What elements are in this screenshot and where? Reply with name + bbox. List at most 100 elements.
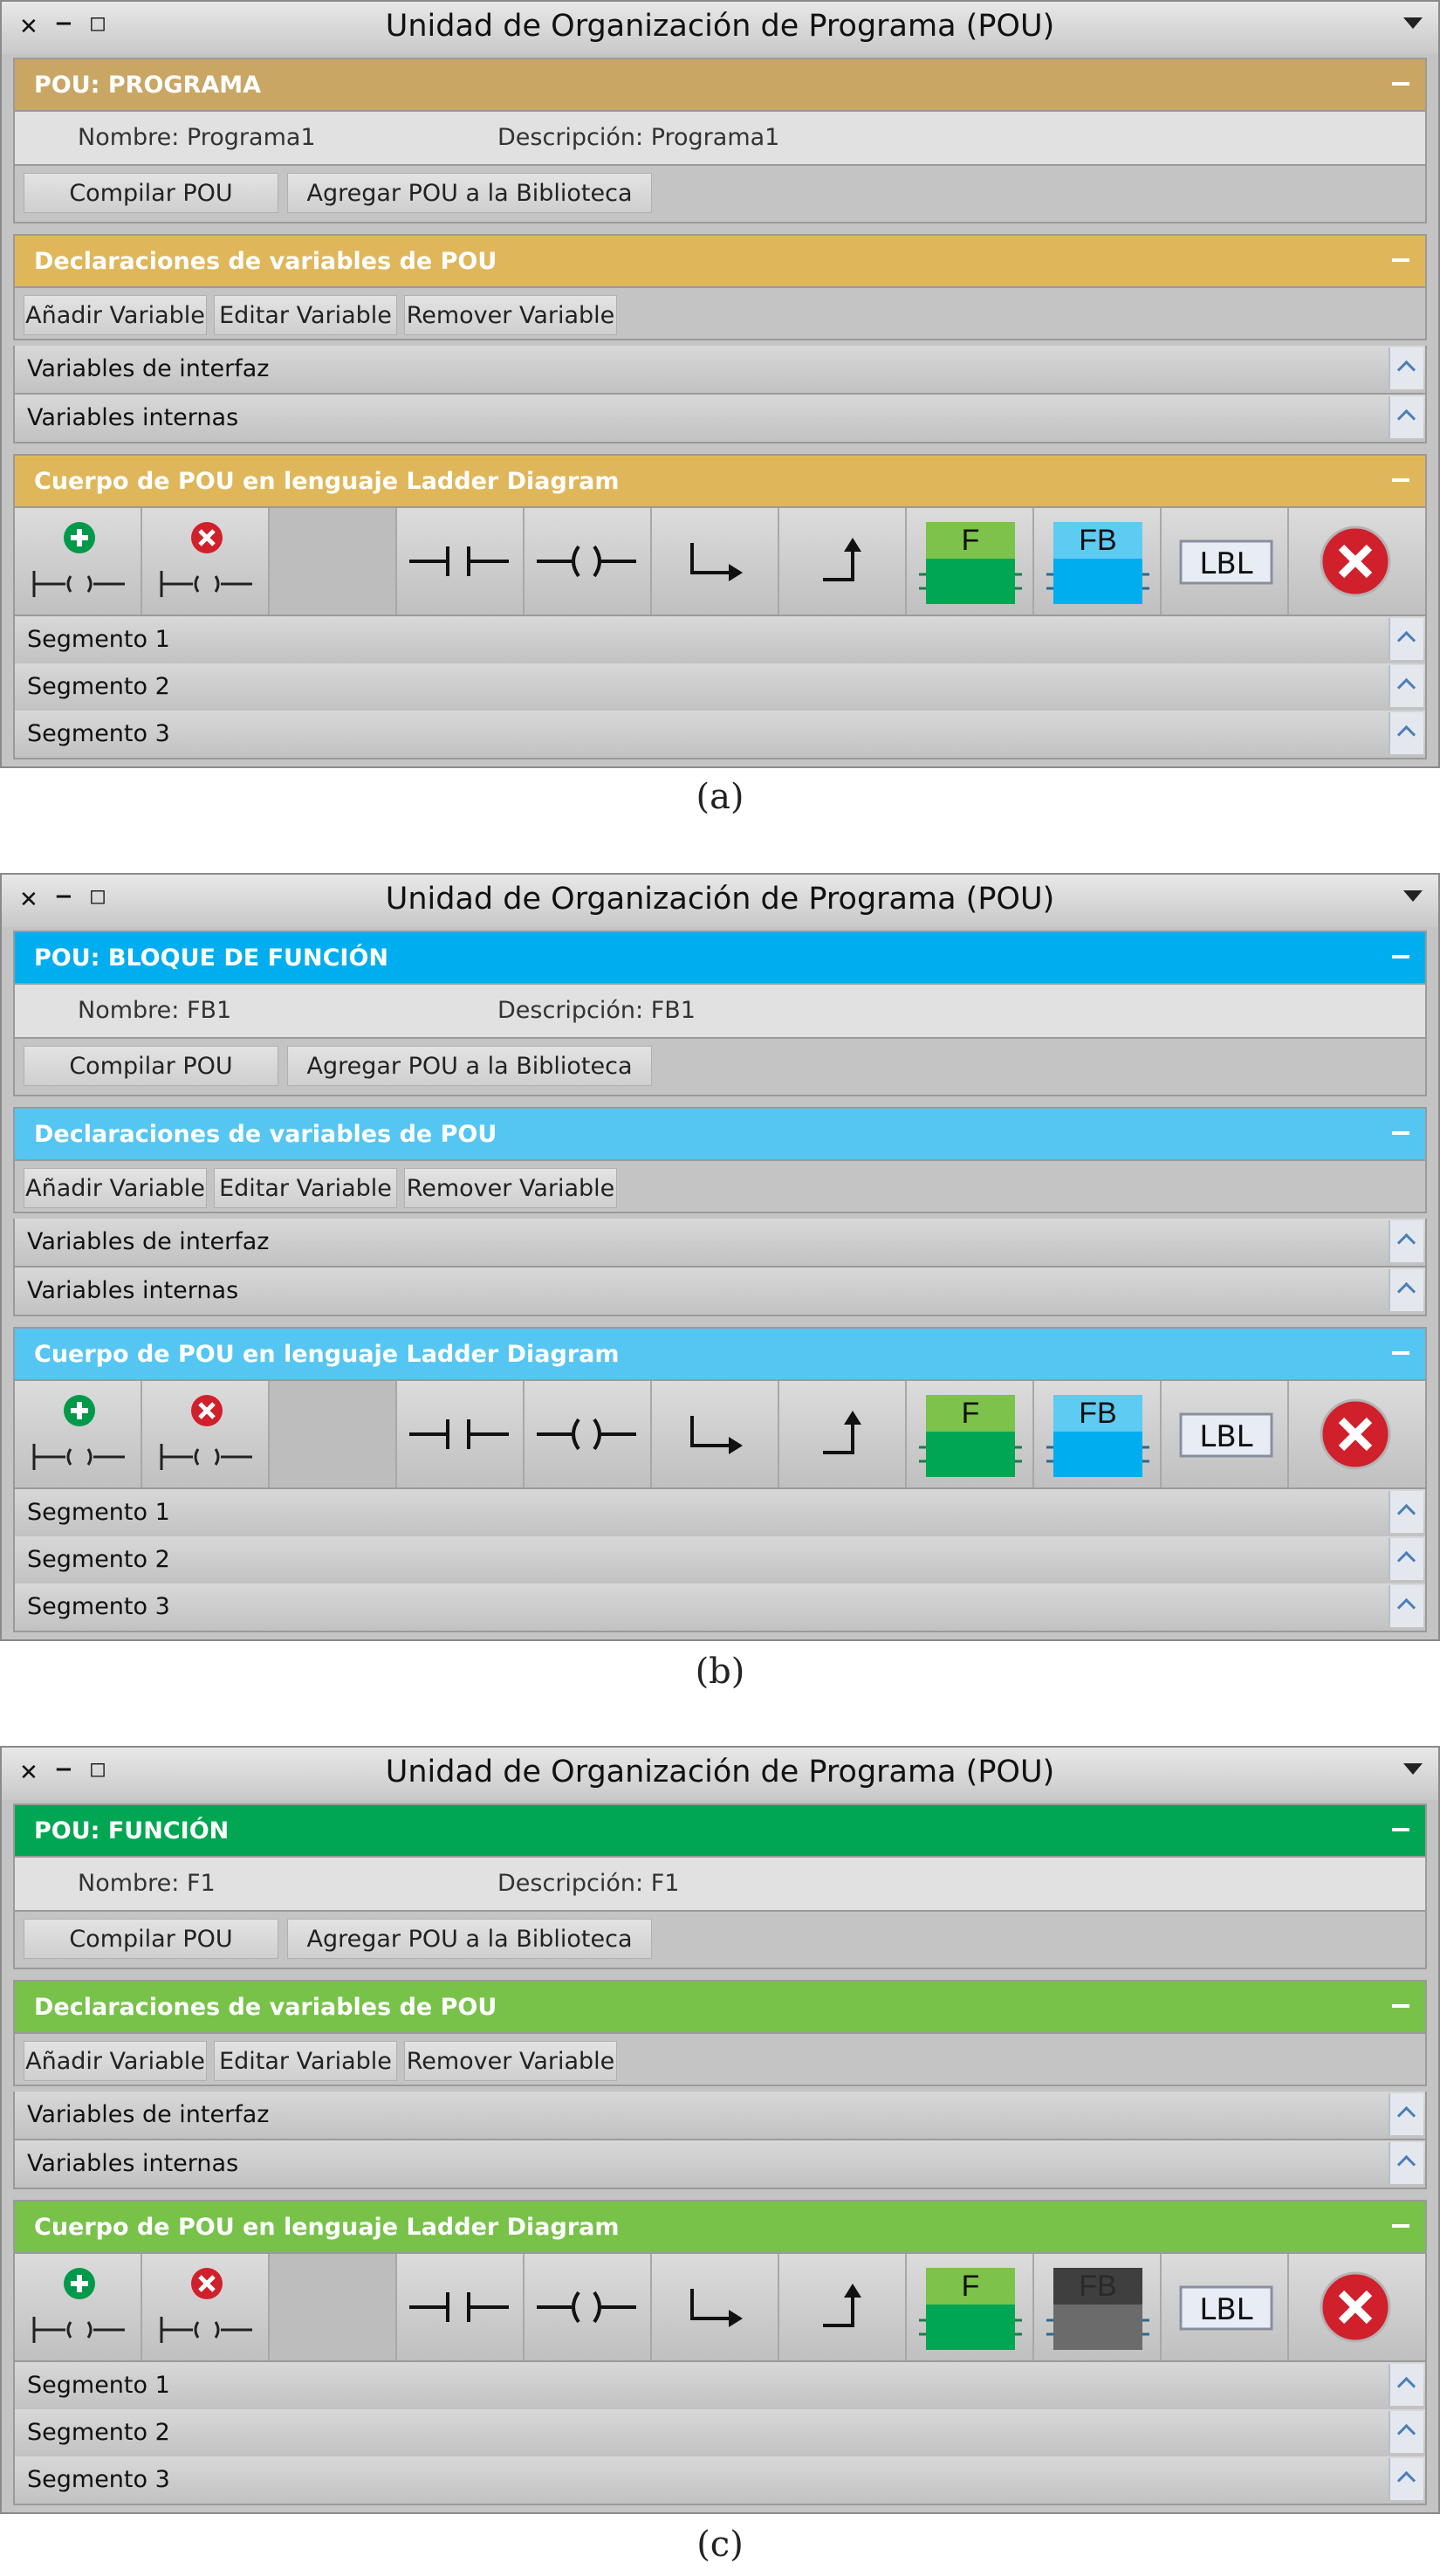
label-button[interactable]: LBL xyxy=(1162,508,1289,615)
collapse-icon[interactable] xyxy=(1392,2224,1409,2228)
remove-segment-button[interactable] xyxy=(142,508,270,615)
contact-button[interactable] xyxy=(397,508,525,615)
function-block-button[interactable]: FB xyxy=(1034,2254,1162,2360)
function-button[interactable]: F xyxy=(907,508,1034,615)
add-variable-button[interactable]: Añadir Variable xyxy=(24,1168,207,1208)
edit-variable-button[interactable]: Editar Variable xyxy=(214,295,397,335)
contact-button[interactable] xyxy=(397,2254,525,2360)
pou-type-header[interactable]: POU: PROGRAMA xyxy=(13,58,1427,112)
collapse-icon[interactable] xyxy=(1392,1351,1409,1355)
contact-icon xyxy=(409,2292,509,2322)
collapse-icon[interactable] xyxy=(1392,82,1409,86)
scroll-up-icon[interactable] xyxy=(1389,1585,1423,1627)
scroll-up-icon[interactable] xyxy=(1389,1491,1423,1533)
collapse-icon[interactable] xyxy=(1392,1828,1409,1831)
segment-row[interactable]: Segmento 1 xyxy=(13,2362,1427,2411)
add-pou-to-library-button[interactable]: Agregar POU a la Biblioteca xyxy=(287,1919,652,1959)
internal-variables-row[interactable]: Variables internas xyxy=(13,1267,1427,1316)
declarations-header[interactable]: Declaraciones de variables de POU xyxy=(13,1980,1427,2034)
remove-variable-button[interactable]: Remover Variable xyxy=(404,2041,617,2081)
scroll-up-icon[interactable] xyxy=(1389,347,1423,389)
declarations-header[interactable]: Declaraciones de variables de POU xyxy=(13,234,1427,288)
segment-row[interactable]: Segmento 3 xyxy=(13,2456,1427,2505)
add-variable-button[interactable]: Añadir Variable xyxy=(24,295,207,335)
delete-button[interactable] xyxy=(1289,1381,1425,1487)
add-segment-button[interactable] xyxy=(15,1381,142,1487)
edit-variable-button[interactable]: Editar Variable xyxy=(214,1168,397,1208)
pou-body-header[interactable]: Cuerpo de POU en lenguaje Ladder Diagram xyxy=(13,2200,1427,2254)
coil-button[interactable] xyxy=(525,2254,652,2360)
delete-button[interactable] xyxy=(1289,508,1425,615)
scroll-up-icon[interactable] xyxy=(1389,2411,1423,2453)
scroll-up-icon[interactable] xyxy=(1389,1220,1423,1262)
function-block-button[interactable]: FB xyxy=(1034,508,1162,615)
interface-variables-row[interactable]: Variables de interfaz xyxy=(13,2092,1427,2140)
pou-body-header[interactable]: Cuerpo de POU en lenguaje Ladder Diagram xyxy=(13,454,1427,508)
add-pou-to-library-button[interactable]: Agregar POU a la Biblioteca xyxy=(287,1046,652,1086)
dropdown-icon[interactable] xyxy=(1403,1763,1423,1775)
remove-variable-button[interactable]: Remover Variable xyxy=(404,295,617,335)
segment-row[interactable]: Segmento 3 xyxy=(13,1583,1427,1632)
function-button[interactable]: F xyxy=(907,2254,1034,2360)
scroll-up-icon[interactable] xyxy=(1389,1269,1423,1311)
add-pou-to-library-button[interactable]: Agregar POU a la Biblioteca xyxy=(287,173,652,213)
segment-row[interactable]: Segmento 1 xyxy=(13,1489,1427,1538)
pou-type-header[interactable]: POU: FUNCIÓN xyxy=(13,1803,1427,1858)
return-button[interactable] xyxy=(779,2254,907,2360)
dropdown-icon[interactable] xyxy=(1403,890,1423,902)
segment-row[interactable]: Segmento 2 xyxy=(13,663,1427,712)
dropdown-icon[interactable] xyxy=(1403,17,1423,29)
compile-pou-button[interactable]: Compilar POU xyxy=(24,1046,278,1086)
segment-row[interactable]: Segmento 1 xyxy=(13,616,1427,665)
collapse-icon[interactable] xyxy=(1392,2004,1409,2008)
window-title: Unidad de Organización de Programa (POU) xyxy=(385,882,1055,917)
jump-button[interactable] xyxy=(652,2254,779,2360)
return-button[interactable] xyxy=(779,508,907,615)
scroll-up-icon[interactable] xyxy=(1389,396,1423,438)
function-block-fb-icon: FB xyxy=(1046,1395,1149,1477)
scroll-up-icon[interactable] xyxy=(1389,2093,1423,2135)
scroll-up-icon[interactable] xyxy=(1389,1538,1423,1580)
scroll-up-icon[interactable] xyxy=(1389,2142,1423,2184)
internal-variables-row[interactable]: Variables internas xyxy=(13,2140,1427,2189)
scroll-up-icon[interactable] xyxy=(1389,712,1423,754)
jump-button[interactable] xyxy=(652,508,779,615)
remove-segment-button[interactable] xyxy=(142,1381,270,1487)
remove-segment-button[interactable] xyxy=(142,2254,270,2360)
jump-button[interactable] xyxy=(652,1381,779,1487)
compile-pou-button[interactable]: Compilar POU xyxy=(24,173,278,213)
function-block-button[interactable]: FB xyxy=(1034,1381,1162,1487)
pou-body-header[interactable]: Cuerpo de POU en lenguaje Ladder Diagram xyxy=(13,1327,1427,1381)
collapse-icon[interactable] xyxy=(1392,478,1409,482)
coil-button[interactable] xyxy=(525,508,652,615)
add-segment-button[interactable] xyxy=(15,508,142,615)
function-button[interactable]: F xyxy=(907,1381,1034,1487)
contact-button[interactable] xyxy=(397,1381,525,1487)
scroll-up-icon[interactable] xyxy=(1389,2458,1423,2500)
add-segment-button[interactable] xyxy=(15,2254,142,2360)
return-button[interactable] xyxy=(779,1381,907,1487)
remove-variable-button[interactable]: Remover Variable xyxy=(404,1168,617,1208)
scroll-up-icon[interactable] xyxy=(1389,618,1423,660)
scroll-up-icon[interactable] xyxy=(1389,665,1423,707)
segment-row[interactable]: Segmento 3 xyxy=(13,711,1427,759)
segment-row[interactable]: Segmento 2 xyxy=(13,1536,1427,1585)
compile-pou-button[interactable]: Compilar POU xyxy=(24,1919,278,1959)
internal-variables-row[interactable]: Variables internas xyxy=(13,395,1427,443)
edit-variable-button[interactable]: Editar Variable xyxy=(214,2041,397,2081)
collapse-icon[interactable] xyxy=(1392,955,1409,958)
delete-button[interactable] xyxy=(1289,2254,1425,2360)
scroll-up-icon[interactable] xyxy=(1389,2364,1423,2406)
collapse-icon[interactable] xyxy=(1392,258,1409,262)
collapse-icon[interactable] xyxy=(1392,1131,1409,1135)
pou-actions: Compilar POU Agregar POU a la Biblioteca xyxy=(13,1912,1427,1969)
label-button[interactable]: LBL xyxy=(1162,2254,1289,2360)
label-button[interactable]: LBL xyxy=(1162,1381,1289,1487)
interface-variables-row[interactable]: Variables de interfaz xyxy=(13,346,1427,395)
pou-type-header[interactable]: POU: BLOQUE DE FUNCIÓN xyxy=(13,931,1427,985)
interface-variables-row[interactable]: Variables de interfaz xyxy=(13,1219,1427,1267)
add-variable-button[interactable]: Añadir Variable xyxy=(24,2041,207,2081)
coil-button[interactable] xyxy=(525,1381,652,1487)
declarations-header[interactable]: Declaraciones de variables de POU xyxy=(13,1107,1427,1161)
segment-row[interactable]: Segmento 2 xyxy=(13,2409,1427,2458)
